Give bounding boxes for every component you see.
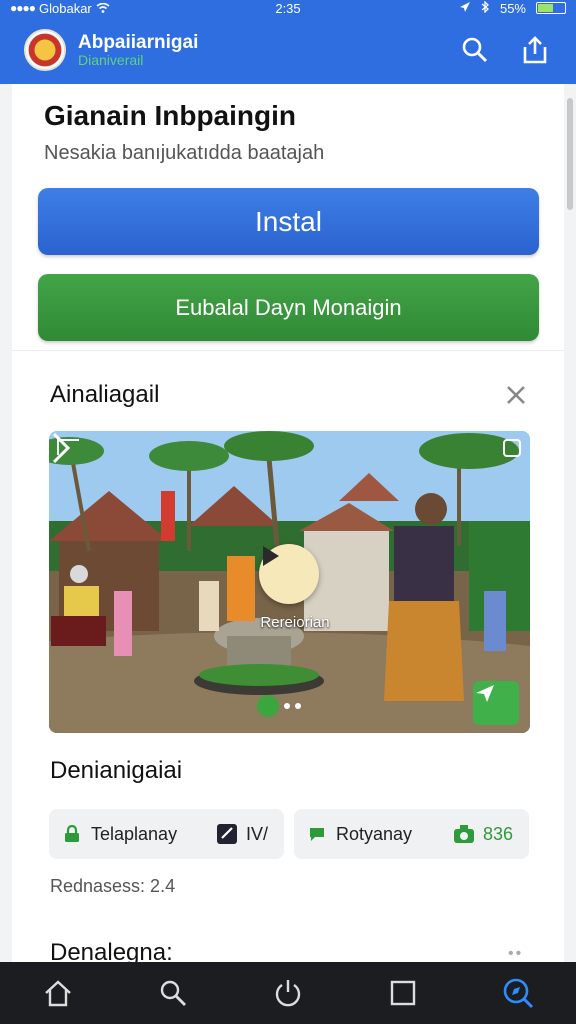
page-title: Gianain Inbpaingin [44, 100, 296, 131]
carousel-dot[interactable] [295, 703, 301, 709]
status-bar: ●●●● Globakar 2:35 55% [0, 0, 576, 16]
chevron-right-icon[interactable] [49, 431, 73, 465]
share-icon [523, 36, 547, 64]
carousel-dot[interactable] [284, 703, 290, 709]
app-bar: Abpaiiarnigai Dianiverail [0, 16, 576, 84]
chip-value: 836 [482, 823, 513, 844]
search-button[interactable] [458, 33, 492, 67]
battery-icon [536, 2, 566, 14]
install-button[interactable]: Instal [38, 188, 539, 255]
play-button[interactable] [259, 544, 319, 604]
send-icon [476, 685, 494, 702]
search-icon [160, 980, 186, 1006]
fullscreen-icon[interactable] [503, 439, 521, 457]
carousel-dot-active[interactable] [257, 695, 279, 717]
info-chip-telaplanay[interactable]: Telaplanay IV/ [49, 809, 284, 859]
card-title: Ainaliagail [50, 381, 160, 408]
chip-value: IV/ [245, 823, 268, 844]
scrollbar[interactable] [567, 98, 573, 210]
nav-power[interactable] [271, 976, 305, 1010]
power-icon [275, 980, 301, 1007]
close-icon[interactable] [502, 381, 530, 409]
more-indicator[interactable]: •• [508, 945, 523, 963]
app-subtitle: Dianiverail [78, 51, 144, 68]
chip-label: Telaplanay [91, 823, 178, 844]
clock: 2:35 [275, 0, 301, 16]
info-chip-rotyanay[interactable]: Rotyanay 836 [294, 809, 529, 859]
home-icon [44, 980, 71, 1007]
nav-search[interactable] [156, 976, 190, 1010]
nav-square[interactable] [386, 976, 420, 1010]
play-icon [263, 546, 279, 566]
app-logo-emblem [24, 29, 66, 71]
page-subtitle: Nesakia banıjukatıdda baatajah [44, 142, 325, 164]
content-sheet: Gianain Inbpaingin Nesakia banıjukatıdda… [12, 84, 564, 966]
square-icon [390, 980, 416, 1006]
media-preview[interactable]: Rereiorian [49, 431, 530, 733]
media-caption: Rereiorian [260, 614, 330, 631]
bottom-navigation [0, 962, 576, 1024]
carousel-indicator[interactable] [257, 695, 301, 717]
detail-card: Ainaliagail Rereiorian Denianigaiai Tela… [12, 350, 564, 966]
chip-label: Rotyanay [336, 823, 413, 844]
meta-text: Rednasess: 2.4 [50, 876, 176, 896]
nav-discover[interactable] [501, 976, 535, 1010]
checkbox-icon [216, 824, 237, 844]
search-icon [462, 37, 488, 63]
nav-home[interactable] [41, 976, 75, 1010]
app-title: Abpaiiarnigai [78, 31, 199, 53]
chat-icon [310, 828, 324, 841]
share-button[interactable] [518, 33, 552, 67]
secondary-action-button[interactable]: Eubalal Dayn Monaigin [38, 274, 539, 341]
battery-level [538, 4, 554, 12]
section-title: Denianigaiai [50, 757, 183, 784]
app-title-block: Abpaiiarnigai Dianiverail [78, 31, 199, 68]
media-share-button[interactable] [473, 681, 519, 725]
discover-icon [504, 978, 534, 1009]
camera-icon [453, 825, 474, 843]
lock-icon [65, 825, 79, 842]
